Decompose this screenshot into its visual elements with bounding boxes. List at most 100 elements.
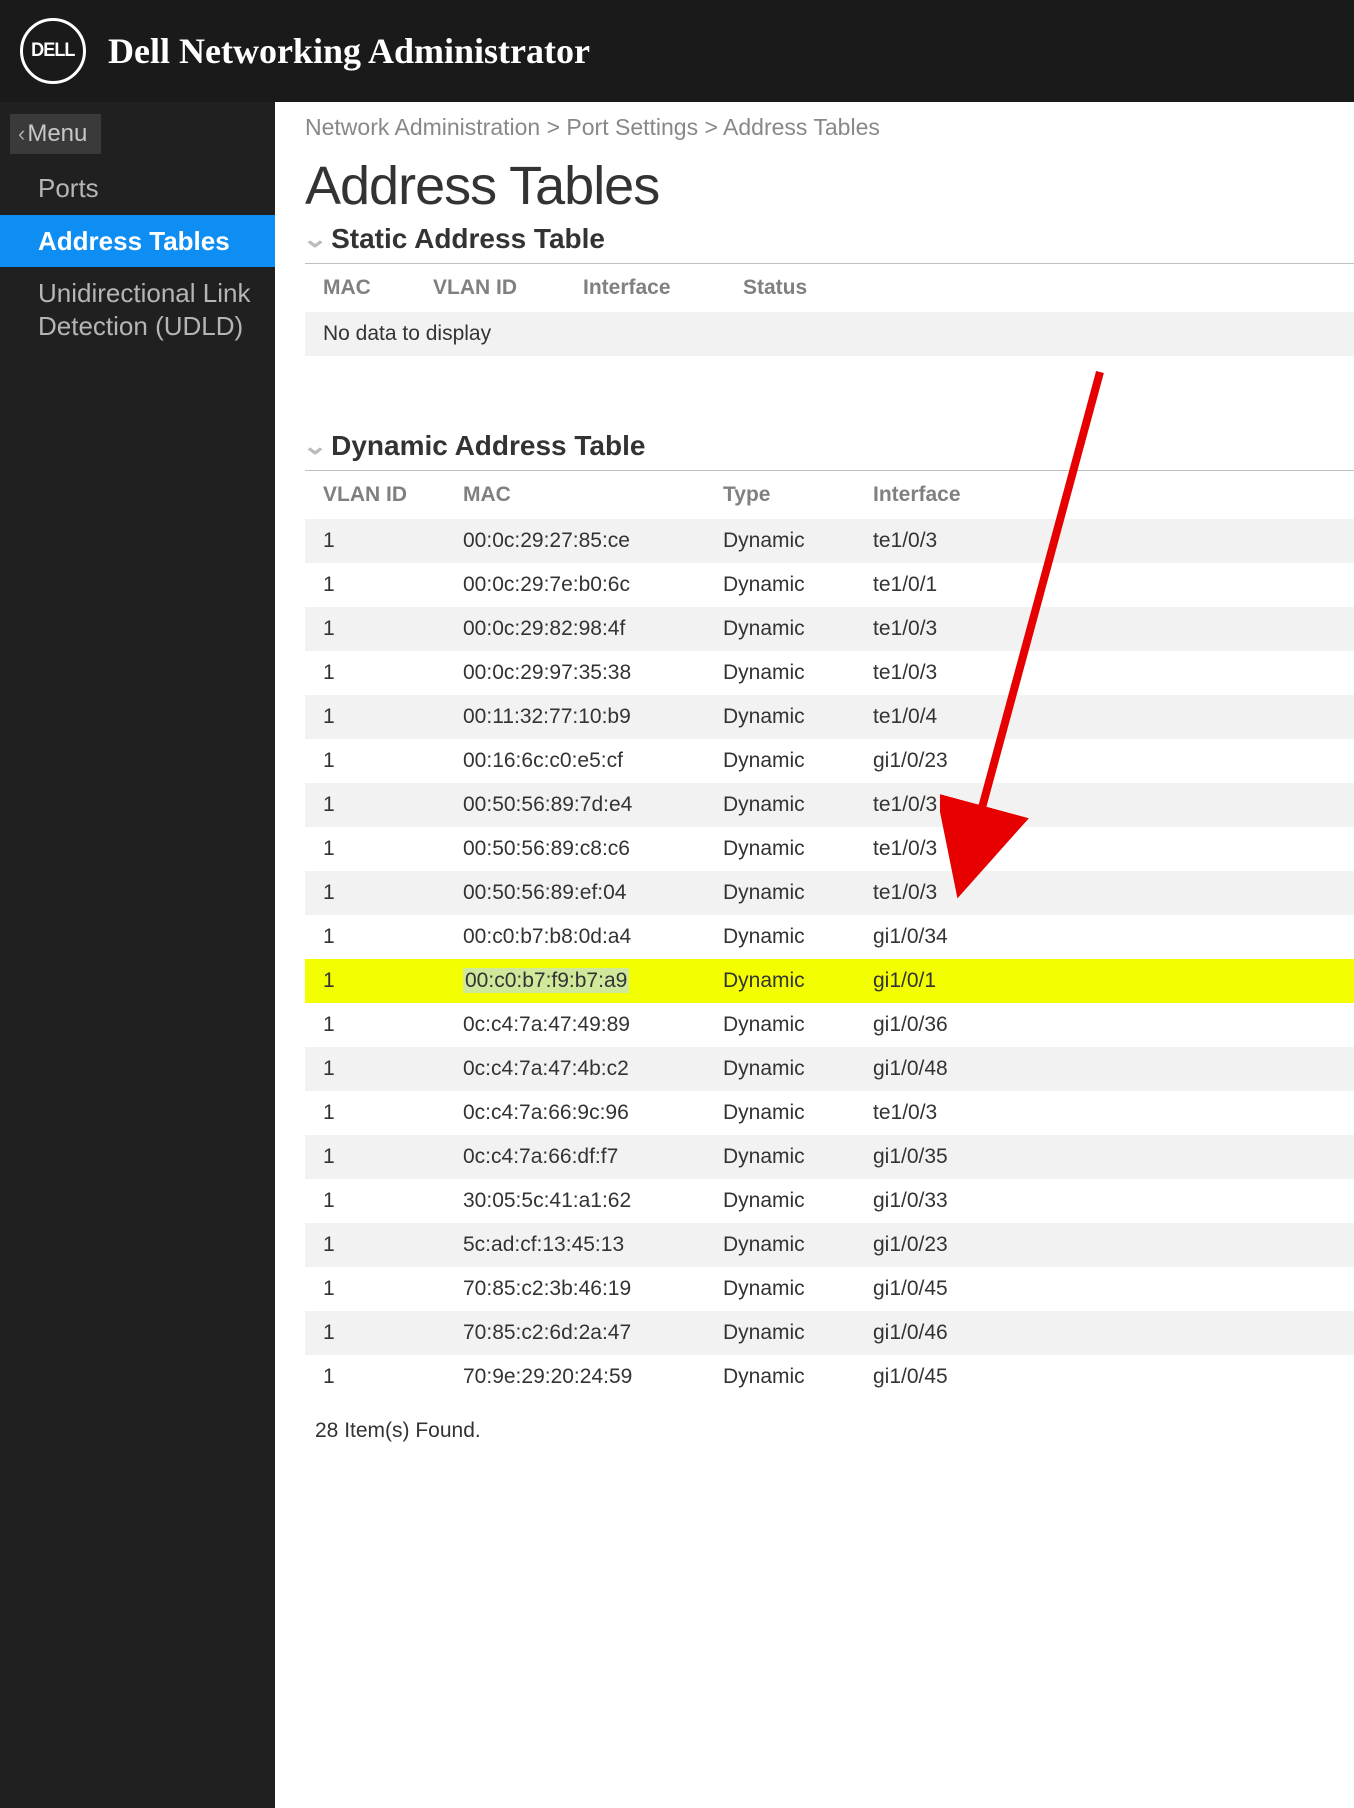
col-vlanid[interactable]: VLAN ID: [305, 471, 445, 519]
table-row[interactable]: 10c:c4:7a:66:df:f7Dynamicgi1/0/35: [305, 1135, 1354, 1179]
col-interface[interactable]: Interface: [565, 264, 725, 312]
static-table-header[interactable]: ⌄ Static Address Table: [305, 219, 1354, 264]
cell-interface: te1/0/3: [855, 1091, 1354, 1135]
cell-mac: 00:50:56:89:c8:c6: [445, 827, 705, 871]
table-row[interactable]: 15c:ad:cf:13:45:13Dynamicgi1/0/23: [305, 1223, 1354, 1267]
cell-vlanid: 1: [305, 1223, 445, 1267]
col-interface[interactable]: Interface: [855, 471, 1354, 519]
table-row[interactable]: 100:0c:29:97:35:38Dynamicte1/0/3: [305, 651, 1354, 695]
cell-interface: gi1/0/23: [855, 739, 1354, 783]
cell-mac: 00:11:32:77:10:b9: [445, 695, 705, 739]
cell-interface: te1/0/3: [855, 519, 1354, 563]
cell-type: Dynamic: [705, 1355, 855, 1399]
cell-mac: 00:0c:29:97:35:38: [445, 651, 705, 695]
table-row[interactable]: 10c:c4:7a:47:49:89Dynamicgi1/0/36: [305, 1003, 1354, 1047]
dynamic-address-table: VLAN ID MAC Type Interface 100:0c:29:27:…: [305, 471, 1354, 1399]
table-row[interactable]: 100:0c:29:82:98:4fDynamicte1/0/3: [305, 607, 1354, 651]
table-row[interactable]: 100:0c:29:27:85:ceDynamicte1/0/3: [305, 519, 1354, 563]
cell-mac: 5c:ad:cf:13:45:13: [445, 1223, 705, 1267]
table-row[interactable]: 100:50:56:89:c8:c6Dynamicte1/0/3: [305, 827, 1354, 871]
cell-interface: gi1/0/36: [855, 1003, 1354, 1047]
dell-logo-icon: DELL: [20, 18, 86, 84]
cell-type: Dynamic: [705, 1179, 855, 1223]
menu-button[interactable]: ‹Menu: [10, 114, 101, 154]
cell-interface: gi1/0/35: [855, 1135, 1354, 1179]
cell-interface: gi1/0/45: [855, 1267, 1354, 1311]
app-title: Dell Networking Administrator: [108, 30, 590, 72]
items-found-label: 28 Item(s) Found.: [305, 1399, 1354, 1443]
cell-mac: 0c:c4:7a:47:49:89: [445, 1003, 705, 1047]
table-row[interactable]: 170:85:c2:6d:2a:47Dynamicgi1/0/46: [305, 1311, 1354, 1355]
cell-interface: gi1/0/48: [855, 1047, 1354, 1091]
static-address-table: MAC VLAN ID Interface Status No data to …: [305, 264, 1354, 356]
sidebar-item-ports[interactable]: Ports: [0, 162, 275, 215]
cell-type: Dynamic: [705, 739, 855, 783]
col-vlanid[interactable]: VLAN ID: [415, 264, 565, 312]
cell-interface: gi1/0/45: [855, 1355, 1354, 1399]
table-row[interactable]: 130:05:5c:41:a1:62Dynamicgi1/0/33: [305, 1179, 1354, 1223]
cell-mac: 0c:c4:7a:66:df:f7: [445, 1135, 705, 1179]
cell-mac: 00:50:56:89:ef:04: [445, 871, 705, 915]
table-row[interactable]: 100:c0:b7:f9:b7:a9Dynamicgi1/0/1: [305, 959, 1354, 1003]
cell-mac: 70:85:c2:6d:2a:47: [445, 1311, 705, 1355]
table-row[interactable]: 100:11:32:77:10:b9Dynamicte1/0/4: [305, 695, 1354, 739]
cell-vlanid: 1: [305, 695, 445, 739]
content-area: Network Administration > Port Settings >…: [275, 102, 1354, 1808]
table-row[interactable]: 10c:c4:7a:47:4b:c2Dynamicgi1/0/48: [305, 1047, 1354, 1091]
cell-type: Dynamic: [705, 915, 855, 959]
table-row[interactable]: 100:c0:b7:b8:0d:a4Dynamicgi1/0/34: [305, 915, 1354, 959]
cell-vlanid: 1: [305, 915, 445, 959]
cell-vlanid: 1: [305, 651, 445, 695]
cell-type: Dynamic: [705, 607, 855, 651]
cell-type: Dynamic: [705, 959, 855, 1003]
dell-logo-text: DELL: [31, 40, 74, 62]
cell-interface: te1/0/3: [855, 783, 1354, 827]
cell-interface: gi1/0/46: [855, 1311, 1354, 1355]
table-row[interactable]: 10c:c4:7a:66:9c:96Dynamicte1/0/3: [305, 1091, 1354, 1135]
sidebar-item-address-tables[interactable]: Address Tables: [0, 215, 275, 268]
table-row[interactable]: 100:50:56:89:7d:e4Dynamicte1/0/3: [305, 783, 1354, 827]
table-row[interactable]: 100:0c:29:7e:b0:6cDynamicte1/0/1: [305, 563, 1354, 607]
table-row[interactable]: 170:85:c2:3b:46:19Dynamicgi1/0/45: [305, 1267, 1354, 1311]
cell-vlanid: 1: [305, 1003, 445, 1047]
table-row[interactable]: 100:50:56:89:ef:04Dynamicte1/0/3: [305, 871, 1354, 915]
cell-vlanid: 1: [305, 959, 445, 1003]
cell-type: Dynamic: [705, 563, 855, 607]
sidebar-item-unidirectional-link-detection-udld[interactable]: Unidirectional Link Detection (UDLD): [0, 267, 275, 352]
cell-interface: gi1/0/34: [855, 915, 1354, 959]
cell-interface: te1/0/1: [855, 563, 1354, 607]
cell-mac: 30:05:5c:41:a1:62: [445, 1179, 705, 1223]
static-table-nodata: No data to display: [305, 312, 1354, 356]
cell-vlanid: 1: [305, 739, 445, 783]
col-mac[interactable]: MAC: [445, 471, 705, 519]
cell-vlanid: 1: [305, 827, 445, 871]
cell-interface: te1/0/3: [855, 827, 1354, 871]
col-status[interactable]: Status: [725, 264, 1354, 312]
cell-vlanid: 1: [305, 1267, 445, 1311]
col-type[interactable]: Type: [705, 471, 855, 519]
cell-interface: gi1/0/33: [855, 1179, 1354, 1223]
top-header: DELL Dell Networking Administrator: [0, 0, 1354, 102]
dynamic-table-header[interactable]: ⌄ Dynamic Address Table: [305, 426, 1354, 471]
table-row[interactable]: 100:16:6c:c0:e5:cfDynamicgi1/0/23: [305, 739, 1354, 783]
cell-type: Dynamic: [705, 871, 855, 915]
cell-interface: gi1/0/1: [855, 959, 1354, 1003]
cell-vlanid: 1: [305, 871, 445, 915]
chevron-left-icon: ‹: [18, 121, 25, 146]
cell-type: Dynamic: [705, 651, 855, 695]
cell-vlanid: 1: [305, 519, 445, 563]
cell-type: Dynamic: [705, 1311, 855, 1355]
cell-type: Dynamic: [705, 1047, 855, 1091]
cell-type: Dynamic: [705, 1135, 855, 1179]
sidebar: ‹Menu PortsAddress TablesUnidirectional …: [0, 102, 275, 1808]
col-mac[interactable]: MAC: [305, 264, 415, 312]
cell-mac: 70:85:c2:3b:46:19: [445, 1267, 705, 1311]
cell-vlanid: 1: [305, 1355, 445, 1399]
cell-vlanid: 1: [305, 1091, 445, 1135]
cell-vlanid: 1: [305, 1179, 445, 1223]
cell-vlanid: 1: [305, 1047, 445, 1091]
dynamic-table-title: Dynamic Address Table: [331, 430, 645, 462]
cell-type: Dynamic: [705, 1003, 855, 1047]
table-row[interactable]: 170:9e:29:20:24:59Dynamicgi1/0/45: [305, 1355, 1354, 1399]
cell-mac: 00:0c:29:82:98:4f: [445, 607, 705, 651]
